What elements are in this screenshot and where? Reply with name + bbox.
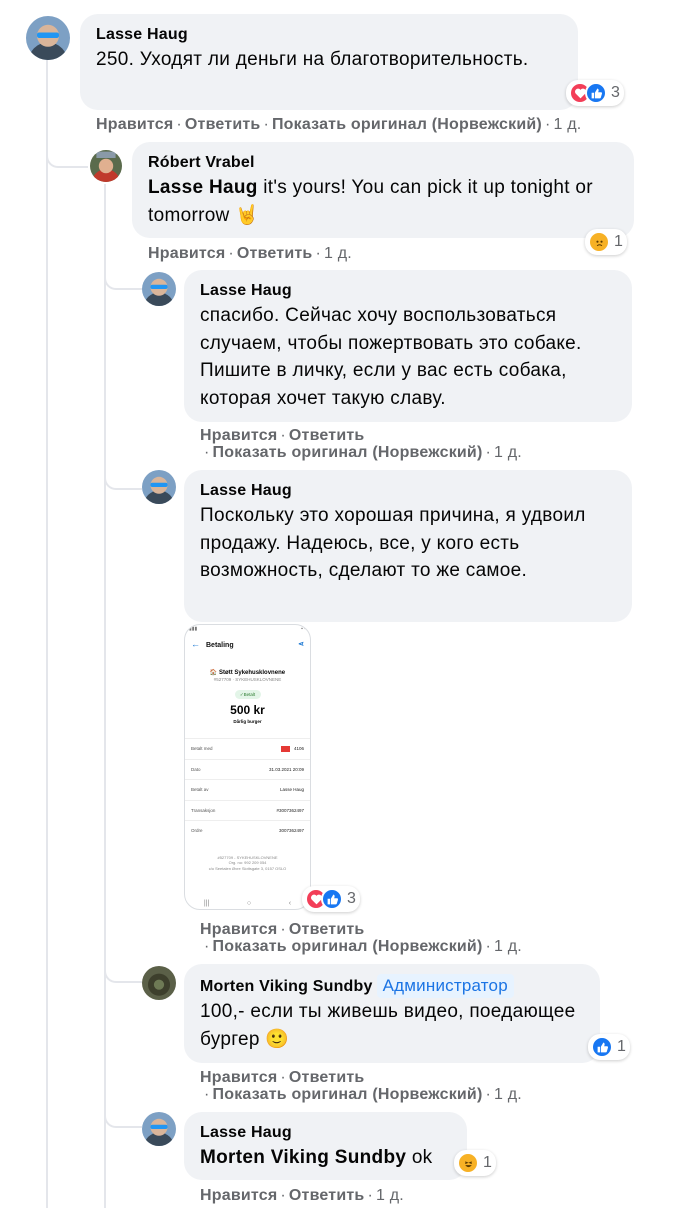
payment-description: Dårlig burger bbox=[233, 719, 262, 724]
reply-link[interactable]: Ответить bbox=[289, 1069, 365, 1086]
reply-link[interactable]: Ответить bbox=[289, 1187, 365, 1204]
like-link[interactable]: Нравится bbox=[96, 116, 173, 133]
see-original-link[interactable]: Показать оригинал (Норвежский) bbox=[213, 444, 483, 461]
comment-time[interactable]: 1 д. bbox=[494, 1086, 522, 1103]
thread-line-main bbox=[46, 60, 48, 1208]
comment-text: 100,- если ты живешь видео, поедающее бу… bbox=[200, 1001, 576, 1050]
thread-elbow bbox=[104, 462, 142, 490]
thread-elbow bbox=[46, 140, 88, 168]
reaction-count: 1 bbox=[483, 1154, 492, 1171]
avatar[interactable] bbox=[142, 470, 176, 504]
like-link[interactable]: Нравится bbox=[200, 1187, 277, 1204]
comment-text: 250. Уходят ли деньги на благотворительн… bbox=[96, 49, 529, 70]
avatar[interactable] bbox=[90, 150, 122, 182]
comment-author[interactable]: Róbert Vrabel bbox=[148, 152, 618, 174]
like-link[interactable]: Нравится bbox=[200, 1069, 277, 1086]
see-original-link[interactable]: Показать оригинал (Норвежский) bbox=[213, 938, 483, 955]
comment-actions: Нравится · Ответить · 1 д. bbox=[148, 245, 352, 262]
reaction-count: 1 bbox=[617, 1038, 626, 1055]
like-reaction-icon bbox=[321, 888, 343, 910]
like-link[interactable]: Нравится bbox=[148, 245, 225, 262]
like-link[interactable]: Нравится bbox=[200, 427, 277, 444]
see-original-link[interactable]: Показать оригинал (Норвежский) bbox=[272, 116, 542, 133]
comment-author[interactable]: Lasse Haug bbox=[96, 24, 562, 46]
reaction-summary[interactable]: 3 bbox=[566, 80, 624, 106]
reply-link[interactable]: Ответить bbox=[289, 921, 365, 938]
payment-row: Dato 31.03.2021 20:09 bbox=[185, 758, 310, 780]
avatar[interactable] bbox=[142, 966, 176, 1000]
payment-footer: #527709 - SYKEHUSKLOVNENE Org. no: 992 2… bbox=[208, 854, 287, 871]
comment-bubble: Lasse Haug Поскольку это хорошая причина… bbox=[184, 470, 632, 622]
phone-status-bar: ▮▮▮ ▪ ▪ bbox=[189, 626, 306, 632]
comment-actions: Нравится · Ответить · Показать оригинал (Нор… bbox=[96, 116, 582, 133]
thread-elbow bbox=[104, 1100, 142, 1128]
payment-status: ✓ Betalt bbox=[234, 690, 261, 699]
comment-text: Morten Viking Sundby ok bbox=[200, 1147, 433, 1168]
comment-actions: Нравится · Ответить · 1 д. bbox=[200, 1187, 404, 1204]
comment-author[interactable]: Lasse Haug bbox=[200, 480, 616, 502]
avatar[interactable] bbox=[142, 1112, 176, 1146]
admin-badge: Администратор bbox=[376, 974, 514, 998]
payment-row: Betalt av Lasse Haug bbox=[185, 779, 310, 800]
comment-time[interactable]: 1 д. bbox=[494, 938, 522, 955]
reaction-count: 1 bbox=[614, 233, 623, 250]
like-reaction-icon bbox=[585, 82, 607, 104]
card-icon bbox=[280, 745, 290, 752]
payment-org: 🏠 Støtt Sykehusklovnene bbox=[209, 670, 286, 676]
payment-org-sub: #527709 · SYKEHUSKLOVNENE bbox=[213, 677, 282, 682]
thread-line-nested bbox=[104, 184, 106, 1208]
phone-nav-bar: ||| ○ ‹ bbox=[203, 900, 292, 907]
avatar[interactable] bbox=[26, 16, 70, 60]
reaction-summary[interactable]: 3 bbox=[302, 886, 360, 912]
comment-bubble: Lasse Haug спасибо. Сейчас хочу воспольз… bbox=[184, 270, 632, 422]
comment-bubble: Lasse Haug Morten Viking Sundby ok bbox=[184, 1112, 467, 1180]
thread-elbow bbox=[104, 262, 142, 290]
reply-link[interactable]: Ответить bbox=[237, 245, 313, 262]
like-link[interactable]: Нравится bbox=[200, 921, 277, 938]
comment-text: Поскольку это хорошая причина, я удвоил … bbox=[200, 505, 586, 581]
thread-elbow bbox=[104, 955, 142, 983]
see-original-link[interactable]: Показать оригинал (Норвежский) bbox=[213, 1086, 483, 1103]
share-icon: ⋖ bbox=[298, 641, 304, 648]
laughing-reaction-icon bbox=[457, 1152, 479, 1174]
comment-bubble: Morten Viking Sundby Администратор 100,- … bbox=[184, 964, 600, 1063]
sad-reaction-icon bbox=[588, 231, 610, 253]
reaction-summary[interactable]: 1 bbox=[585, 229, 627, 255]
mention-link[interactable]: Morten Viking Sundby bbox=[200, 1147, 406, 1168]
comment-actions: Нравится · Ответить · Показать оригинал (Но… bbox=[200, 1069, 522, 1103]
comment-bubble: Róbert Vrabel Lasse Haug it's yours! You… bbox=[132, 142, 634, 238]
back-arrow-icon: ← bbox=[191, 639, 200, 649]
comment-bubble: Lasse Haug 250. Уходят ли деньги на благ… bbox=[80, 14, 578, 110]
attached-image[interactable]: ▮▮▮ ▪ ▪ ← Betaling ⋖ 🏠 Støtt Sykehusklovne… bbox=[184, 624, 311, 910]
reply-link[interactable]: Ответить bbox=[185, 116, 261, 133]
comment-text: Lasse Haug it's yours! You can pick it u… bbox=[148, 177, 593, 226]
comment-time[interactable]: 1 д. bbox=[494, 444, 522, 461]
like-reaction-icon bbox=[591, 1036, 613, 1058]
payment-amount: 500 kr bbox=[230, 703, 265, 717]
mention-link[interactable]: Lasse Haug bbox=[148, 177, 258, 198]
comment-text: спасибо. Сейчас хочу воспользоваться слу… bbox=[200, 305, 582, 409]
reaction-summary[interactable]: 1 bbox=[588, 1034, 630, 1060]
comment-author: Morten Viking Sundby Администратор bbox=[200, 974, 584, 998]
comment-actions: Нравится · Ответить · Показать оригинал (Но… bbox=[200, 921, 522, 955]
payment-header: ← Betaling ⋖ bbox=[185, 633, 310, 655]
comment-time[interactable]: 1 д. bbox=[553, 116, 581, 133]
payment-title: Betaling bbox=[206, 642, 234, 649]
avatar[interactable] bbox=[142, 272, 176, 306]
reaction-count: 3 bbox=[611, 84, 620, 101]
reaction-count: 3 bbox=[347, 890, 356, 907]
reaction-summary[interactable]: 1 bbox=[454, 1150, 496, 1176]
comment-author[interactable]: Lasse Haug bbox=[200, 280, 616, 302]
payment-row: Ordre 3007362497 bbox=[185, 820, 310, 841]
comment-author[interactable]: Lasse Haug bbox=[200, 1122, 451, 1144]
comment-time[interactable]: 1 д. bbox=[376, 1187, 404, 1204]
comment-actions: Нравится · Ответить · Показать оригинал (Но… bbox=[200, 427, 522, 461]
payment-row: Betalt med 4106 bbox=[185, 738, 310, 759]
reply-link[interactable]: Ответить bbox=[289, 427, 365, 444]
comment-time[interactable]: 1 д. bbox=[324, 245, 352, 262]
payment-row: Transaksjon #3007362497 bbox=[185, 799, 310, 821]
